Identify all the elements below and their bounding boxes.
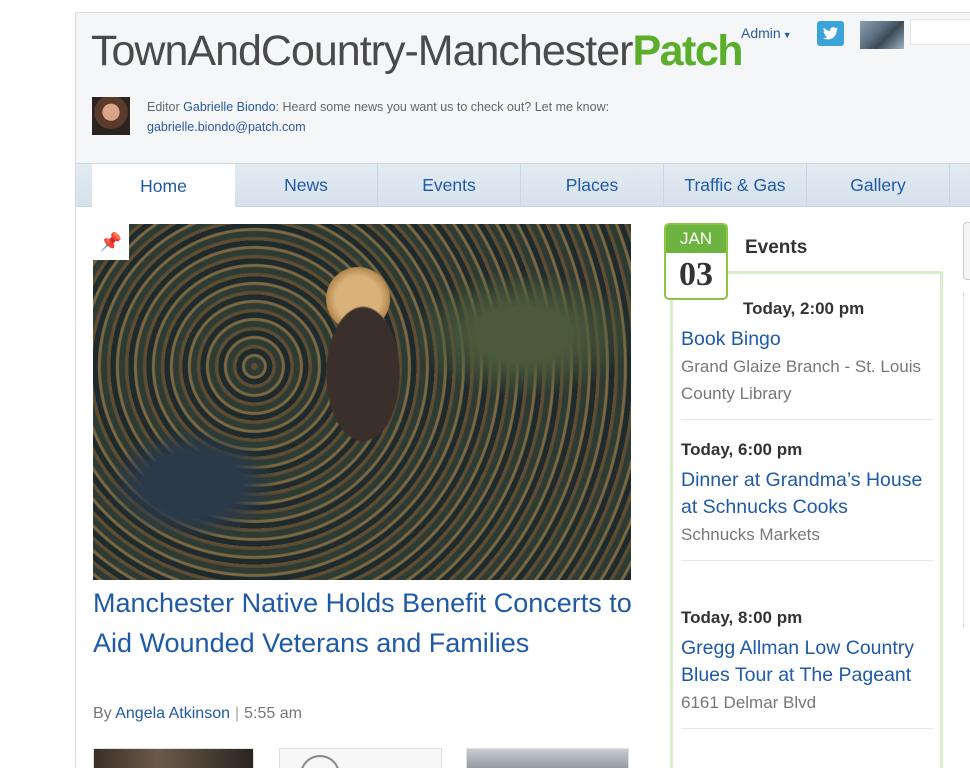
- event-venue: Schnucks Markets: [681, 525, 820, 544]
- tab-traffic-gas[interactable]: Traffic & Gas: [664, 164, 807, 207]
- post-time: 5:55 am: [244, 705, 302, 722]
- story-thumbnail[interactable]: [279, 748, 442, 768]
- events-widget: JAN 03 Events Today, 2:00 pm Book Bingo …: [664, 223, 946, 768]
- date-day: 03: [679, 256, 713, 293]
- chevron-down-icon: ▼: [782, 30, 792, 40]
- editor-email-link[interactable]: gabrielle.biondo@patch.com: [147, 120, 306, 134]
- event-time: Today, 8:00 pm: [681, 608, 803, 627]
- tab-places[interactable]: Places: [521, 164, 664, 207]
- featured-byline: By Angela Atkinson | 5:55 am: [93, 705, 302, 723]
- twitter-icon[interactable]: [817, 21, 844, 46]
- event-time: Today, 2:00 pm: [743, 299, 865, 318]
- date-month: JAN: [666, 225, 726, 253]
- story-thumbnail[interactable]: [93, 748, 254, 768]
- sidebar-edge-divider: [963, 292, 970, 628]
- event-title-link[interactable]: Dinner at Grandma’s House at Schnucks Co…: [681, 467, 933, 521]
- site-header: TownAndCountry-ManchesterPatch Admin ▼ Ed…: [76, 13, 970, 163]
- event-time: Today, 6:00 pm: [681, 440, 803, 459]
- event-venue: 6161 Delmar Blvd: [681, 693, 817, 712]
- user-avatar[interactable]: [860, 21, 904, 49]
- admin-menu[interactable]: Admin ▼: [741, 25, 792, 41]
- editor-name-link[interactable]: Gabrielle Biondo: [183, 100, 275, 114]
- sidebar-tab-edge[interactable]: [963, 222, 970, 280]
- author-link[interactable]: Angela Atkinson: [115, 705, 230, 722]
- patch-logo-text: Patch: [632, 27, 743, 75]
- search-input[interactable]: [910, 19, 970, 45]
- event-venue: Grand Glaize Branch - St. Louis County L…: [681, 357, 922, 403]
- pin-icon[interactable]: 📌: [93, 224, 129, 260]
- tab-events[interactable]: Events: [378, 164, 521, 207]
- featured-photo[interactable]: [93, 224, 631, 580]
- list-item: Today, 8:00 pm Gregg Allman Low Country …: [681, 607, 933, 729]
- events-list: Today, 2:00 pm Book Bingo Grand Glaize B…: [670, 271, 943, 768]
- editor-avatar[interactable]: [92, 97, 130, 135]
- editor-prefix: Editor: [147, 100, 180, 114]
- tab-news[interactable]: News: [235, 164, 378, 207]
- featured-headline[interactable]: Manchester Native Holds Benefit Concerts…: [93, 583, 638, 663]
- event-title-link[interactable]: Book Bingo: [681, 326, 933, 353]
- main-nav: Home News Events Places Traffic & Gas Ga…: [76, 163, 970, 209]
- page-frame: TownAndCountry-ManchesterPatch Admin ▼ Ed…: [75, 12, 970, 768]
- editor-message-text: : Heard some news you want us to check o…: [275, 100, 610, 114]
- site-title-link[interactable]: TownAndCountry-ManchesterPatch: [91, 27, 744, 76]
- site-title-main: TownAndCountry-Manchester: [91, 27, 633, 75]
- tab-gallery[interactable]: Gallery: [807, 164, 950, 207]
- list-item: Today, 2:00 pm Book Bingo Grand Glaize B…: [681, 298, 933, 420]
- admin-label: Admin: [741, 25, 781, 41]
- byline-divider: |: [234, 705, 240, 722]
- events-heading[interactable]: Events: [745, 237, 807, 259]
- seal-icon: [300, 755, 340, 768]
- story-thumbnail[interactable]: [466, 748, 629, 768]
- date-badge: JAN 03: [664, 223, 728, 300]
- editor-message: Editor Gabrielle Biondo: Heard some news…: [147, 97, 747, 137]
- event-title-link[interactable]: Gregg Allman Low Country Blues Tour at T…: [681, 635, 933, 689]
- list-item: Today, 6:00 pm Dinner at Grandma’s House…: [681, 439, 933, 561]
- byline-by: By: [93, 705, 112, 722]
- tab-home[interactable]: Home: [92, 164, 235, 209]
